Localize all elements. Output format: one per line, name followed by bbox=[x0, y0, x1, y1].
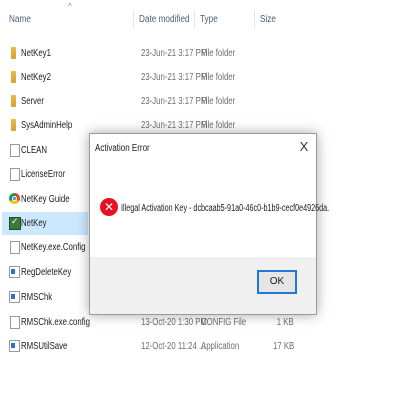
file-type: File folder bbox=[201, 72, 236, 83]
file-type: File folder bbox=[201, 48, 236, 59]
ok-button[interactable]: OK bbox=[257, 270, 297, 294]
column-header-name[interactable]: Name bbox=[9, 14, 31, 25]
file-row[interactable]: RMSUtilSave 12-Oct-20 11:24 ... Applicat… bbox=[2, 335, 298, 358]
file-name: RegDeleteKey bbox=[21, 267, 72, 278]
file-name: NetKey2 bbox=[21, 72, 51, 83]
close-icon[interactable]: X bbox=[296, 138, 312, 156]
file-type: Application bbox=[201, 341, 240, 352]
application-icon bbox=[9, 291, 20, 303]
file-name: SysAdminHelp bbox=[21, 120, 73, 131]
document-icon bbox=[10, 241, 20, 254]
file-type: CONFIG File bbox=[201, 317, 247, 328]
file-size: 1 KB bbox=[277, 317, 294, 328]
file-name: NetKey Guide bbox=[21, 194, 70, 205]
document-icon bbox=[10, 144, 20, 157]
file-size: 17 KB bbox=[272, 341, 294, 352]
netkey-app-icon bbox=[9, 216, 21, 230]
application-icon bbox=[9, 266, 20, 278]
error-message: Illegal Activation Key - dcbcaab5-91a0-4… bbox=[121, 203, 330, 214]
column-header-type[interactable]: Type bbox=[200, 14, 218, 25]
document-icon bbox=[10, 168, 20, 181]
file-name: CLEAN bbox=[21, 145, 48, 156]
application-icon bbox=[9, 340, 20, 352]
file-date: 13-Oct-20 1:30 PM bbox=[141, 317, 207, 328]
file-name: NetKey1 bbox=[21, 48, 51, 59]
file-name: LicenseError bbox=[21, 169, 66, 180]
file-row[interactable]: Server 23-Jun-21 3:17 PM File folder bbox=[2, 90, 298, 113]
chrome-icon bbox=[9, 193, 20, 204]
file-date: 23-Jun-21 3:17 PM bbox=[141, 72, 208, 83]
folder-icon bbox=[11, 119, 16, 131]
file-date: 23-Jun-21 3:17 PM bbox=[141, 96, 208, 107]
dialog-title: Activation Error bbox=[95, 143, 150, 154]
column-header-bar: Name ^ Date modified Type Size bbox=[0, 0, 300, 34]
column-divider[interactable] bbox=[194, 10, 195, 28]
file-name: NetKey bbox=[21, 218, 47, 229]
column-divider[interactable] bbox=[254, 10, 255, 28]
file-name: RMSUtilSave bbox=[21, 341, 68, 352]
column-header-date[interactable]: Date modified bbox=[139, 14, 190, 25]
file-row-selected[interactable]: NetKey bbox=[2, 212, 88, 235]
file-date: 23-Jun-21 3:17 PM bbox=[141, 48, 208, 59]
sort-ascending-icon: ^ bbox=[68, 2, 72, 11]
file-name: RMSChk.exe.config bbox=[21, 317, 90, 328]
file-date: 23-Jun-21 3:17 PM bbox=[141, 120, 208, 131]
folder-icon bbox=[11, 95, 16, 107]
file-name: Server bbox=[21, 96, 44, 107]
folder-icon bbox=[11, 47, 16, 59]
file-type: File folder bbox=[201, 96, 236, 107]
column-divider[interactable] bbox=[133, 10, 134, 28]
file-name: NetKey.exe.Config bbox=[21, 242, 86, 253]
column-header-size[interactable]: Size bbox=[260, 14, 276, 25]
file-type: File folder bbox=[201, 120, 236, 131]
file-row[interactable]: NetKey1 23-Jun-21 3:17 PM File folder bbox=[2, 42, 298, 65]
file-date: 12-Oct-20 11:24 ... bbox=[141, 341, 206, 352]
activation-error-dialog: Activation Error X ✕ Illegal Activation … bbox=[89, 133, 329, 315]
file-row[interactable]: NetKey2 23-Jun-21 3:17 PM File folder bbox=[2, 66, 298, 89]
file-name: RMSChk bbox=[21, 292, 53, 303]
document-icon bbox=[10, 316, 20, 329]
error-icon: ✕ bbox=[100, 198, 118, 216]
folder-icon bbox=[11, 71, 16, 83]
